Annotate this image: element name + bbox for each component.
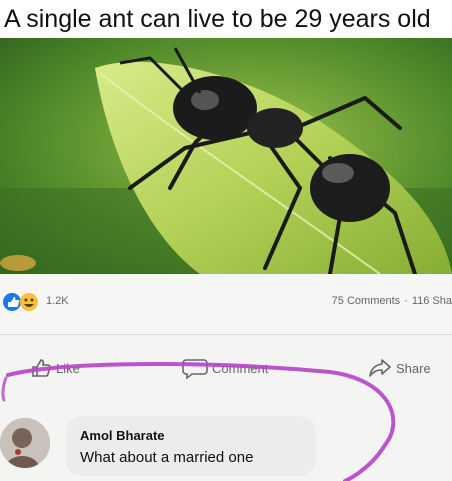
comment-text: What about a married one <box>80 449 254 466</box>
haha-reaction-icon <box>20 293 38 311</box>
reactions-icons[interactable] <box>2 292 42 312</box>
comment-author[interactable]: Amol Bharate <box>80 428 165 443</box>
comment-bubble: Amol Bharate What about a married one <box>66 416 316 476</box>
ant-on-leaf-image <box>0 38 452 274</box>
comment: Amol Bharate What about a married one <box>0 404 452 481</box>
ant-photo <box>0 38 452 274</box>
reaction-count[interactable]: 1.2K <box>46 295 69 307</box>
post-stats: 75 Comments · 116 Sha <box>332 295 452 307</box>
post-stats-bar: 1.2K 75 Comments · 116 Sha <box>0 274 452 334</box>
share-label: Share <box>396 360 431 376</box>
comments-count[interactable]: 75 Comments <box>332 295 400 307</box>
divider <box>0 334 452 335</box>
comment-icon <box>182 359 208 379</box>
avatar-image <box>0 418 50 468</box>
like-button[interactable]: Like <box>30 348 80 388</box>
comment-label: Comment <box>212 360 269 376</box>
avatar[interactable] <box>0 418 50 468</box>
like-icon <box>32 359 51 377</box>
share-button[interactable]: Share <box>368 348 431 388</box>
shares-count[interactable]: 116 Sha <box>412 295 452 307</box>
like-label: Like <box>56 360 80 376</box>
comment-button[interactable]: Comment <box>182 348 268 388</box>
share-icon <box>369 359 391 377</box>
meme-caption: A single ant can live to be 29 years old <box>0 0 452 38</box>
stats-separator: · <box>404 295 408 307</box>
post-actions: Like Comment Share <box>0 348 452 388</box>
